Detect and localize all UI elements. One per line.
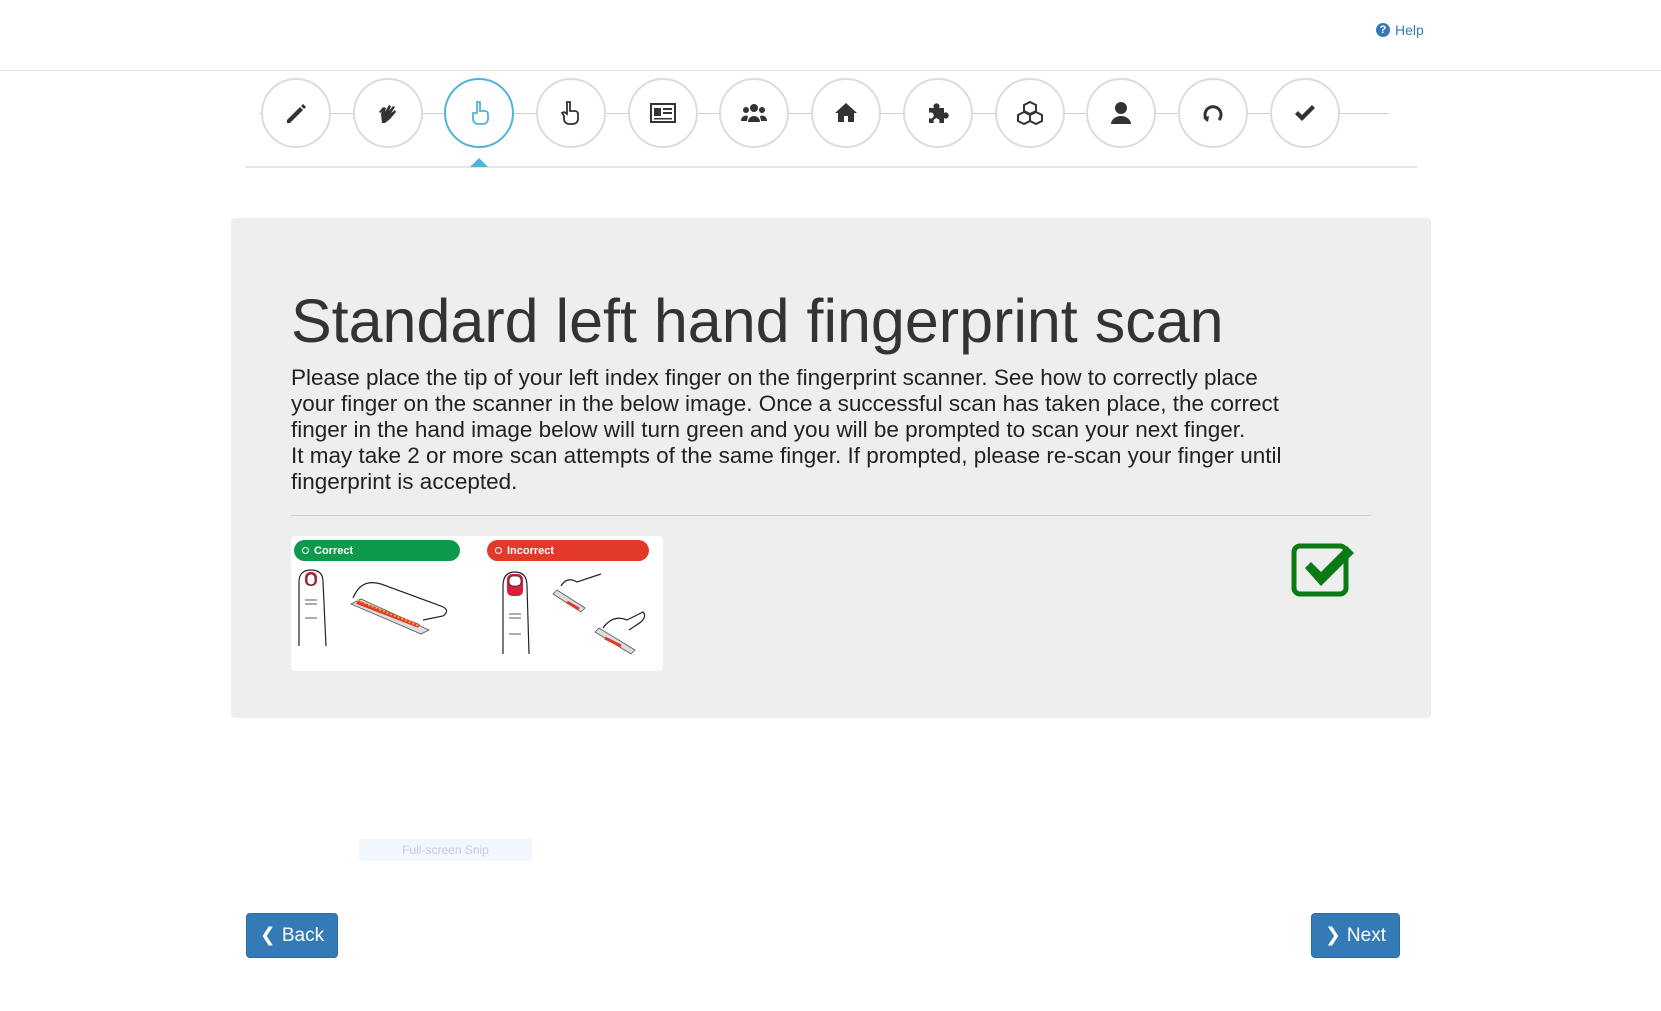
id-card-icon (650, 103, 676, 123)
correct-badge: Correct (294, 540, 460, 561)
home-icon (835, 103, 857, 122)
finger-placement-guide: Correct Incorrect (291, 536, 663, 671)
incorrect-label: Incorrect (507, 544, 555, 557)
progress-stepper (245, 78, 1417, 168)
step-user[interactable] (1086, 78, 1156, 148)
instructions-line: Please place the tip of your left index … (291, 365, 1258, 390)
chevron-left-icon: ❮ (259, 925, 276, 946)
panel-divider (291, 515, 1371, 516)
instructions-line: your finger on the scanner in the below … (291, 391, 1280, 416)
check-square-icon (1291, 543, 1354, 597)
question-circle-icon: ? (1376, 23, 1390, 37)
page-title: Standard left hand fingerprint scan (291, 287, 1224, 355)
stepper-divider (245, 166, 1417, 168)
step-users[interactable] (719, 78, 789, 148)
instructions-line: finger in the hand image below will turn… (291, 417, 1246, 442)
cubes-icon (1017, 100, 1043, 126)
help-label: Help (1395, 22, 1424, 38)
next-label: Next (1346, 924, 1386, 946)
step-id-card[interactable] (628, 78, 698, 148)
instructions-text: Please place the tip of your left index … (291, 365, 1411, 495)
step-hand-pointer-left[interactable] (536, 78, 606, 148)
step-sign-language[interactable] (353, 78, 423, 148)
check-icon (1295, 105, 1315, 121)
step-pencil[interactable] (261, 78, 331, 148)
next-button[interactable]: ❯ Next (1311, 913, 1400, 958)
step-reset[interactable] (1178, 78, 1248, 148)
step-puzzle[interactable] (903, 78, 973, 148)
top-bar: ? Help (0, 0, 1661, 71)
correct-label: Correct (314, 544, 354, 557)
step-cubes[interactable] (995, 78, 1065, 148)
hand-pointer-left-icon (560, 101, 579, 125)
back-button[interactable]: ❮ Back (246, 913, 338, 958)
sign-language-icon (379, 105, 396, 123)
instruction-panel: Standard left hand fingerprint scan Plea… (231, 218, 1431, 718)
hand-pointer-icon (472, 101, 489, 125)
pencil-icon (287, 104, 306, 123)
puzzle-icon (929, 103, 949, 123)
back-label: Back (281, 924, 325, 946)
snip-overlay-label: Full-screen Snip (359, 839, 532, 861)
instructions-line: fingerprint is accepted. (291, 469, 518, 494)
help-link[interactable]: ? Help (1376, 22, 1424, 38)
active-step-caret (470, 158, 488, 167)
users-icon (740, 104, 768, 122)
incorrect-badge: Incorrect (487, 540, 649, 561)
step-check[interactable] (1270, 78, 1340, 148)
step-hand-pointer[interactable] (444, 78, 514, 148)
step-home[interactable] (811, 78, 881, 148)
finger-placement-illustration (298, 569, 646, 655)
instructions-line: It may take 2 or more scan attempts of t… (291, 443, 1282, 468)
reset-icon (1203, 105, 1223, 122)
chevron-right-icon: ❯ (1325, 925, 1341, 946)
user-icon (1111, 102, 1131, 124)
